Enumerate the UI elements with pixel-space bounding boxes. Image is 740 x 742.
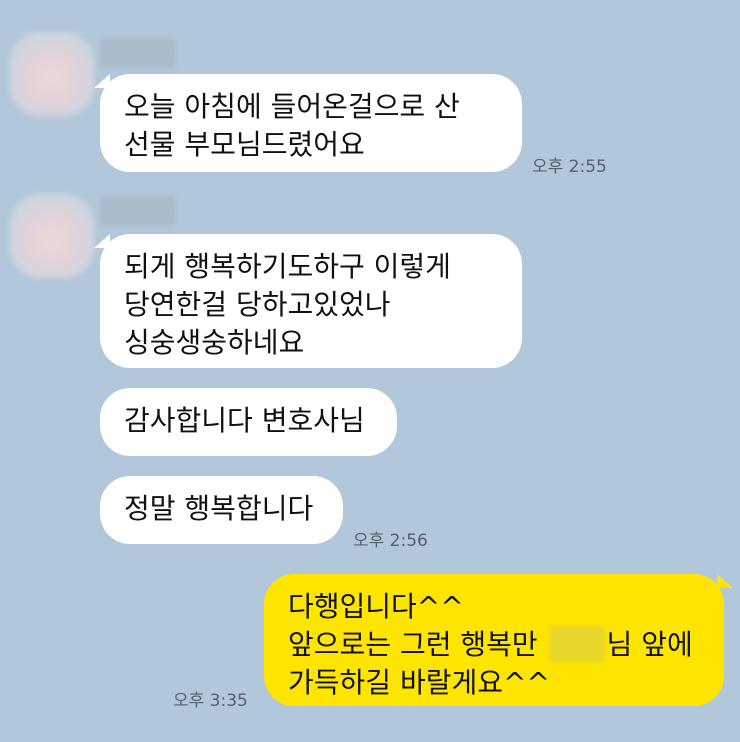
message-line: 되게 행복하기도하구 이렇게	[124, 250, 451, 283]
message-bubble[interactable]: 오늘 아침에 들어온걸으로 산 선물 부모님드렸어요	[100, 74, 522, 172]
sender-name-redacted	[100, 196, 176, 226]
message-line: 가득하길 바랄게요^^	[288, 666, 550, 699]
message-line: 오늘 아침에 들어온걸으로 산	[124, 90, 460, 123]
message-line: 다행입니다^^	[288, 590, 464, 623]
chat-room: 오늘 아침에 들어온걸으로 산 선물 부모님드렸어요 오후 2:55 되게 행복…	[0, 0, 740, 742]
message-line: 감사합니다 변호사님	[124, 404, 365, 437]
sender-avatar[interactable]	[10, 32, 94, 116]
message-text: 님 앞에	[606, 628, 693, 661]
message-line: 싱숭생숭하네요	[124, 326, 305, 359]
sender-name-redacted	[100, 38, 176, 68]
message-bubble[interactable]: 감사합니다 변호사님	[100, 388, 397, 456]
message-text: 앞으로는 그런 행복만	[288, 628, 547, 661]
message-time: 오후 3:35	[173, 691, 248, 711]
sender-avatar[interactable]	[10, 194, 94, 278]
message-line: 앞으로는 그런 행복만 님 앞에	[288, 626, 700, 664]
message-line: 정말 행복합니다	[124, 492, 314, 525]
message-bubble[interactable]: 정말 행복합니다	[100, 476, 343, 544]
message-time: 오후 2:56	[353, 531, 428, 551]
bubble-tail	[717, 574, 733, 588]
my-message-bubble[interactable]: 다행입니다^^ 앞으로는 그런 행복만 님 앞에 가득하길 바랄게요^^	[264, 574, 724, 706]
message-line: 선물 부모님드렸어요	[124, 128, 365, 161]
message-bubble[interactable]: 되게 행복하기도하구 이렇게 당연한걸 당하고있었나 싱숭생숭하네요	[100, 234, 522, 368]
redacted-name	[548, 626, 605, 662]
message-line: 당연한걸 당하고있었나	[124, 288, 391, 321]
message-time: 오후 2:55	[532, 157, 607, 177]
